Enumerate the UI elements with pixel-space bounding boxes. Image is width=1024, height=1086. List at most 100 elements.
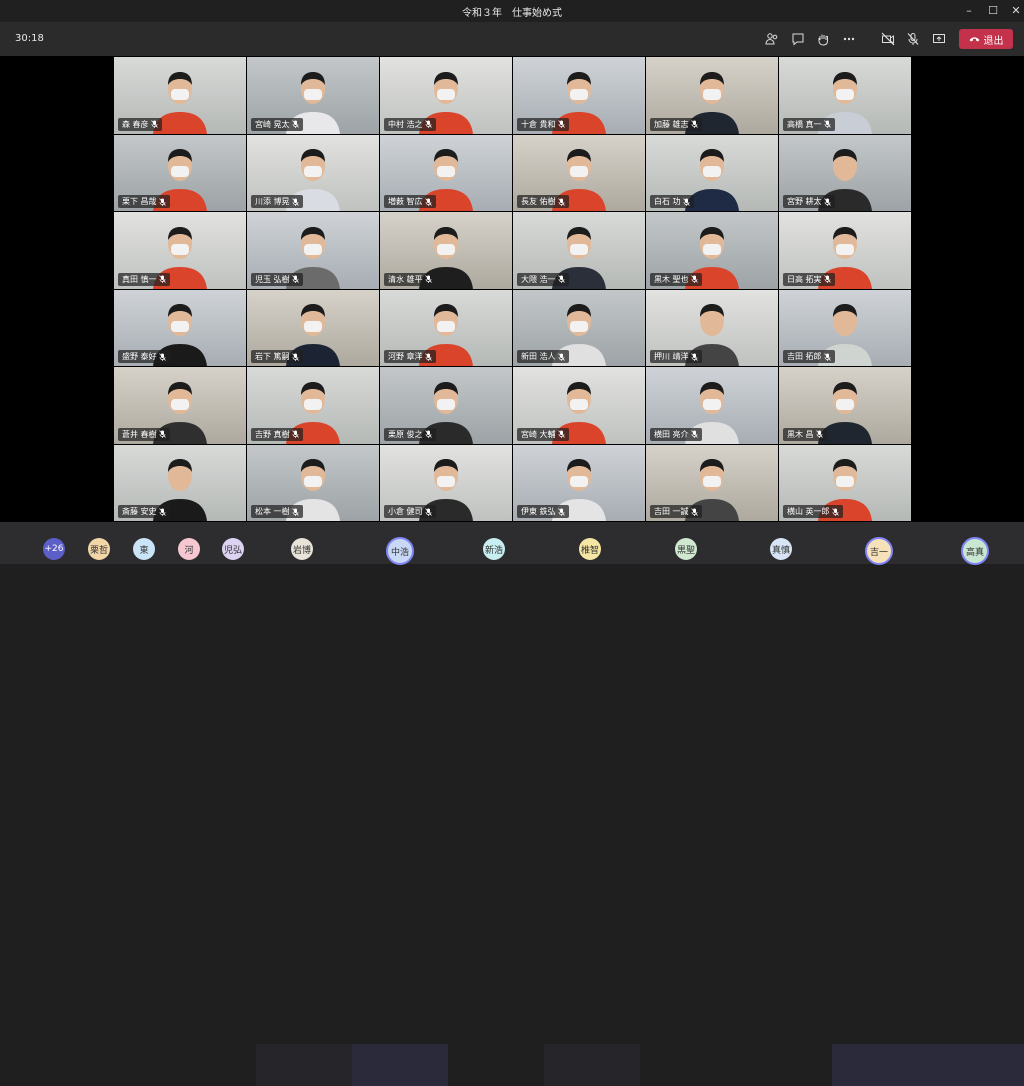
video-tile[interactable]: 小倉 健司 [380, 444, 512, 521]
participant-avatar[interactable]: 椎智 [579, 538, 601, 560]
participant-avatar[interactable]: 東 [133, 538, 155, 560]
participant-name: 加藤 雄志 [654, 119, 689, 129]
mic-muted-icon [690, 120, 698, 128]
participant-name: 蒼井 春樹 [122, 429, 157, 439]
participant-avatar[interactable]: 真慎 [770, 538, 792, 560]
participant-name-tag: 宮崎 晃太 [251, 117, 303, 131]
overflow-count-badge[interactable]: +26 [43, 538, 65, 560]
video-tile[interactable]: 黒木 昌 [779, 367, 911, 444]
share-screen-icon[interactable] [928, 28, 950, 50]
participant-avatar[interactable]: 高真 [961, 537, 989, 565]
participant-name: 吉田 一誠 [654, 507, 689, 516]
video-tile[interactable]: 伊東 鉄弘 [513, 444, 645, 521]
participant-name: 森 春彦 [122, 119, 149, 129]
video-tile[interactable]: 河野 章洋 [380, 289, 512, 366]
video-tile[interactable]: 日高 拓実 [779, 212, 911, 289]
camera-off-icon[interactable] [877, 28, 899, 50]
participant-avatar[interactable]: 中浩 [386, 537, 414, 565]
mic-muted-icon [831, 507, 839, 516]
video-tile[interactable]: 白石 功 [646, 134, 778, 211]
participant-name: 栗原 俊之 [388, 429, 423, 439]
mic-muted-icon [291, 120, 299, 128]
video-tile[interactable]: 森 春彦 [114, 57, 246, 134]
video-tile[interactable]: 押川 靖洋 [646, 289, 778, 366]
video-tile[interactable]: 長友 佑樹 [513, 134, 645, 211]
video-tile[interactable]: 児玉 弘樹 [247, 212, 379, 289]
participant-avatar[interactable]: 黒聖 [675, 538, 697, 560]
video-tile[interactable]: 増薮 智広 [380, 134, 512, 211]
participant-avatar[interactable]: 岩博 [291, 538, 313, 560]
leave-button[interactable]: 退出 [959, 29, 1013, 49]
participant-avatar[interactable]: 吉一 [865, 537, 893, 565]
participant-name: 日高 拓実 [787, 274, 822, 284]
strip-panel [928, 1044, 1024, 1086]
chat-icon[interactable] [787, 28, 809, 50]
participant-name-tag: 加藤 雄志 [650, 117, 702, 131]
mic-muted-icon [557, 507, 565, 516]
raise-hand-icon[interactable] [812, 28, 834, 50]
video-tile[interactable]: 岩下 篤嗣 [247, 289, 379, 366]
mic-muted-icon [424, 275, 432, 283]
video-tile[interactable]: 黒木 聖也 [646, 212, 778, 289]
video-tile[interactable]: 吉田 一誠 [646, 444, 778, 521]
video-tile[interactable]: 蒼井 春樹 [114, 367, 246, 444]
video-tile[interactable]: 横田 亮介 [646, 367, 778, 444]
video-tile[interactable]: 斎藤 安史 [114, 444, 246, 521]
mic-off-icon[interactable] [902, 28, 924, 50]
participant-name: 十倉 貴和 [521, 119, 556, 129]
close-icon[interactable]: ✕ [1004, 0, 1024, 22]
video-tile[interactable]: 栗下 昌哉 [114, 134, 246, 211]
video-tile[interactable]: 真田 慎一 [114, 212, 246, 289]
strip-panel [256, 1044, 352, 1086]
participant-name: 川添 博晃 [255, 197, 290, 206]
video-tile[interactable]: 新田 浩人 [513, 289, 645, 366]
participant-name: 新田 浩人 [521, 352, 556, 361]
participants-icon[interactable] [761, 28, 783, 50]
mic-muted-icon [823, 197, 831, 206]
participant-name: 小倉 健司 [388, 507, 423, 516]
participant-name-tag: 真田 慎一 [118, 272, 170, 286]
video-tile[interactable]: 宮崎 大輔 [513, 367, 645, 444]
participant-name-tag: 宮崎 大輔 [517, 427, 569, 441]
video-tile[interactable]: 宮崎 晃太 [247, 57, 379, 134]
participant-name-tag: 吉田 一誠 [650, 505, 702, 518]
maximize-icon[interactable]: ☐ [981, 0, 1005, 22]
video-tile[interactable]: 吉田 拓郎 [779, 289, 911, 366]
participant-name: 中村 浩之 [388, 119, 423, 129]
participant-avatar[interactable]: 児弘 [222, 538, 244, 560]
mic-muted-icon [823, 352, 831, 361]
participant-name: 河野 章洋 [388, 352, 423, 361]
video-tile[interactable]: 吉野 真樹 [247, 367, 379, 444]
mic-muted-icon [424, 430, 432, 438]
participant-avatar[interactable]: 栗哲 [88, 538, 110, 560]
participant-name-tag: 吉野 真樹 [251, 427, 303, 441]
video-tile[interactable]: 川添 博晃 [247, 134, 379, 211]
minimize-icon[interactable]: – [957, 0, 981, 22]
video-tile[interactable]: 栗原 俊之 [380, 367, 512, 444]
participant-name: 宮崎 大輔 [521, 429, 556, 439]
video-tile[interactable]: 松本 一樹 [247, 444, 379, 521]
video-tile[interactable]: 加藤 雄志 [646, 57, 778, 134]
participant-name: 松本 一樹 [255, 507, 290, 516]
video-tile[interactable]: 高橋 真一 [779, 57, 911, 134]
meeting-toolbar: 30:18 退出 [0, 22, 1024, 56]
video-tile[interactable]: 宮野 耕太 [779, 134, 911, 211]
video-tile[interactable]: 横山 英一郎 [779, 444, 911, 521]
mic-muted-icon [291, 430, 299, 438]
participant-avatar[interactable]: 河 [178, 538, 200, 560]
participant-name: 黒木 昌 [787, 429, 814, 439]
more-icon[interactable] [838, 28, 860, 50]
video-tile[interactable]: 盛野 泰好 [114, 289, 246, 366]
participant-name: 横田 亮介 [654, 429, 689, 439]
video-tile[interactable]: 中村 浩之 [380, 57, 512, 134]
video-tile[interactable]: 清水 雄平 [380, 212, 512, 289]
video-tile[interactable]: 大隈 浩一 [513, 212, 645, 289]
video-tile[interactable]: 十倉 貴和 [513, 57, 645, 134]
strip-panel [544, 1044, 640, 1086]
participant-name-tag: 黒木 昌 [783, 427, 827, 441]
mic-muted-icon [158, 430, 166, 438]
participant-name: 吉田 拓郎 [787, 352, 822, 361]
participant-name: 宮崎 晃太 [255, 119, 290, 129]
participant-avatar[interactable]: 新浩 [483, 538, 505, 560]
strip-panel [352, 1044, 448, 1086]
